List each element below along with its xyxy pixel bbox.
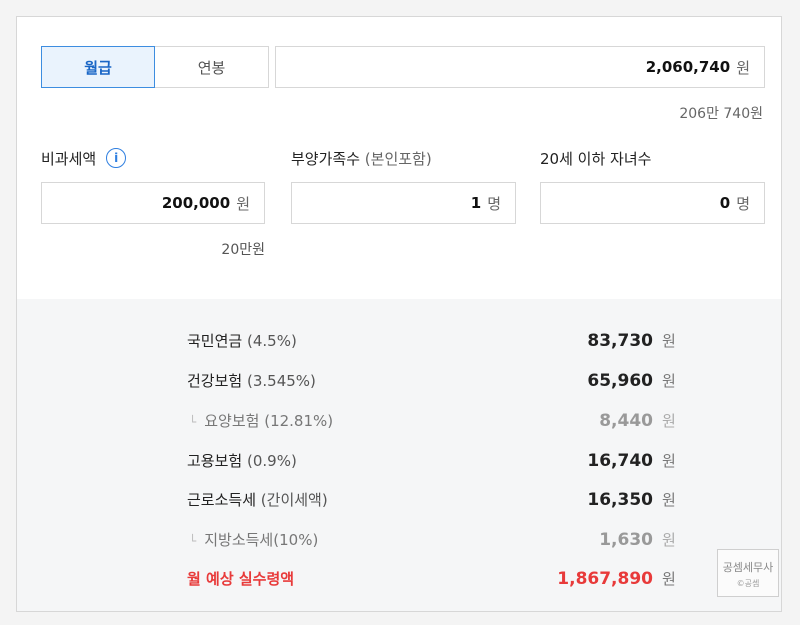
indent-arrow-icon: └ [189, 534, 197, 548]
watermark-stamp: 공셈세무사 ©공셈 [717, 549, 779, 597]
nontax-label: 비과세액 i [41, 147, 127, 170]
dependents-label: 부양가족수 (본인포함) [291, 150, 432, 168]
net-pay-label: 월 예상 실수령액 [187, 570, 295, 588]
tab-monthly[interactable]: 월급 [41, 46, 155, 88]
salary-unit: 원 [736, 58, 750, 77]
indent-arrow-icon: └ [189, 415, 197, 429]
nontax-korean-amount: 20만원 [221, 242, 265, 258]
salary-input[interactable]: 2,060,740 원 [275, 46, 765, 88]
children-input[interactable]: 0 명 [540, 182, 765, 224]
salary-korean-amount: 206만 740원 [679, 106, 763, 122]
children-unit: 명 [736, 194, 750, 213]
dependents-unit: 명 [487, 194, 501, 213]
tab-annual[interactable]: 연봉 [154, 46, 269, 88]
info-icon[interactable]: i [106, 147, 127, 168]
dependents-input[interactable]: 1 명 [291, 182, 516, 224]
net-pay-row: 월 예상 실수령액 1,867,890 원 [187, 569, 676, 589]
nontax-unit: 원 [236, 194, 250, 213]
dependents-value: 1 [470, 194, 482, 212]
children-label: 20세 이하 자녀수 [540, 150, 652, 168]
deduction-subrow: └ 지방소득세(10%) 1,630 원 [189, 530, 676, 550]
deduction-row: 고용보험 (0.9%) 16,740 원 [187, 451, 676, 471]
deduction-row: 건강보험 (3.545%) 65,960 원 [187, 371, 676, 391]
deduction-row: 근로소득세 (간이세액) 16,350 원 [187, 490, 676, 510]
net-pay-amount: 1,867,890 [557, 569, 653, 589]
nontax-value: 200,000 [161, 194, 231, 212]
deduction-subrow: └ 요양보험 (12.81%) 8,440 원 [189, 411, 676, 431]
deductions-panel: 국민연금 (4.5%) 83,730 원 건강보험 (3.545%) 65,96… [17, 299, 781, 611]
nontax-input[interactable]: 200,000 원 [41, 182, 265, 224]
children-value: 0 [719, 194, 731, 212]
deduction-row: 국민연금 (4.5%) 83,730 원 [187, 331, 676, 351]
salary-value: 2,060,740 [645, 58, 731, 76]
salary-calculator-card: 월급 연봉 2,060,740 원 206만 740원 비과세액 i 부양가족수 … [16, 16, 782, 612]
